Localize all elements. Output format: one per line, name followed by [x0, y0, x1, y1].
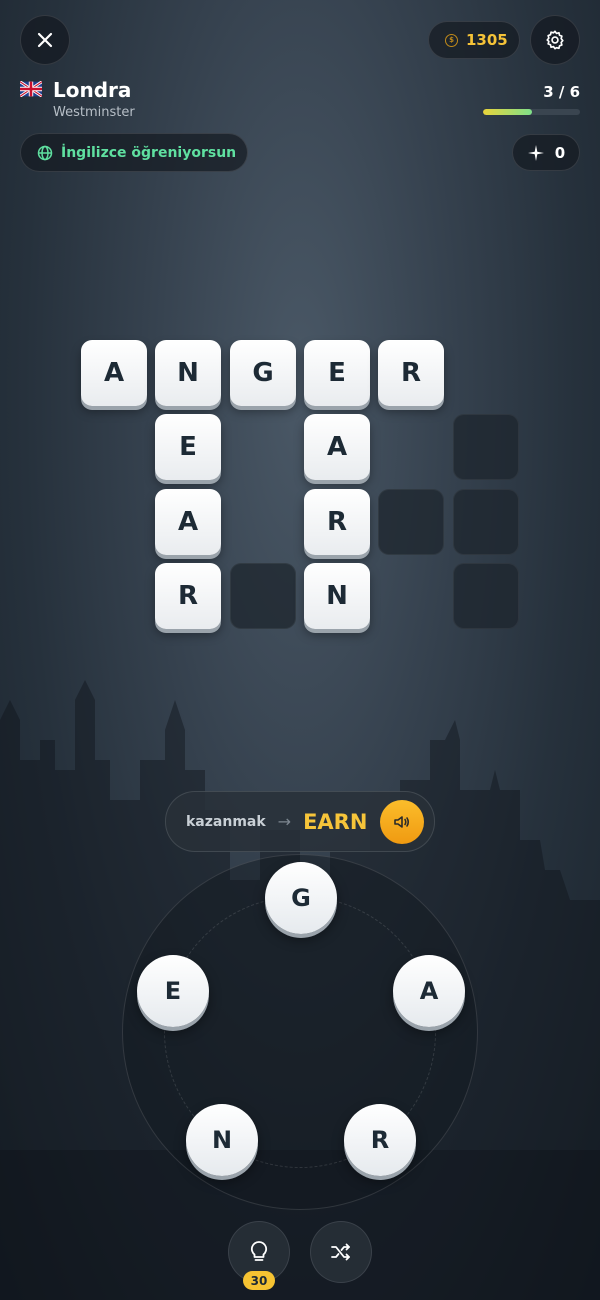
coin-icon: $: [445, 33, 458, 47]
hint-count-badge: 30: [243, 1271, 275, 1290]
word-translation: kazanmak: [186, 813, 266, 830]
shuffle-button[interactable]: [310, 1221, 372, 1283]
grid-tile: E: [155, 414, 221, 480]
city-name: Londra: [53, 78, 132, 102]
grid-tile-empty: [453, 563, 519, 629]
level-progress-fill: [483, 109, 532, 115]
grid-tile: N: [155, 340, 221, 406]
level-progress-bar: [483, 109, 580, 115]
star-counter[interactable]: 0: [512, 134, 580, 171]
close-icon: [37, 32, 53, 48]
close-button[interactable]: [20, 15, 70, 65]
word-translation-pill: kazanmak → EARN: [165, 791, 435, 852]
gear-icon: [546, 30, 564, 50]
wheel-letter[interactable]: G: [265, 862, 337, 934]
grid-tile: A: [304, 414, 370, 480]
district-name: Westminster: [53, 105, 135, 120]
speaker-icon: [394, 816, 410, 828]
grid-tile: A: [155, 489, 221, 555]
arrow-icon: →: [277, 812, 292, 831]
uk-flag-icon: [20, 81, 42, 97]
grid-tile: N: [304, 563, 370, 629]
wheel-letter[interactable]: N: [186, 1104, 258, 1176]
star-count: 0: [554, 143, 566, 162]
coin-count: 1305: [466, 31, 508, 49]
play-sound-button[interactable]: [380, 800, 424, 844]
wheel-letter[interactable]: E: [137, 955, 209, 1027]
grid-tile-empty: [453, 414, 519, 480]
sparkle-icon: [527, 144, 544, 161]
grid-tile-empty: [378, 489, 444, 555]
grid-tile-empty: [230, 563, 296, 629]
settings-button[interactable]: [530, 15, 580, 65]
level-progress-text: 3 / 6: [543, 83, 580, 101]
word-english: EARN: [303, 809, 368, 834]
grid-tile: E: [304, 340, 370, 406]
shuffle-icon: [331, 1243, 350, 1261]
grid-tile-empty: [453, 489, 519, 555]
grid-tile: R: [155, 563, 221, 629]
wheel-letter[interactable]: R: [344, 1104, 416, 1176]
learning-language-label: İngilizce öğreniyorsun: [61, 144, 237, 161]
learning-language-badge[interactable]: İngilizce öğreniyorsun: [20, 133, 248, 172]
globe-icon: [37, 145, 53, 160]
grid-tile: R: [304, 489, 370, 555]
grid-tile: R: [378, 340, 444, 406]
grid-tile: G: [230, 340, 296, 406]
coin-balance[interactable]: $ 1305: [428, 21, 520, 59]
wheel-letter[interactable]: A: [393, 955, 465, 1027]
lightbulb-icon: [250, 1241, 268, 1261]
grid-tile: A: [81, 340, 147, 406]
